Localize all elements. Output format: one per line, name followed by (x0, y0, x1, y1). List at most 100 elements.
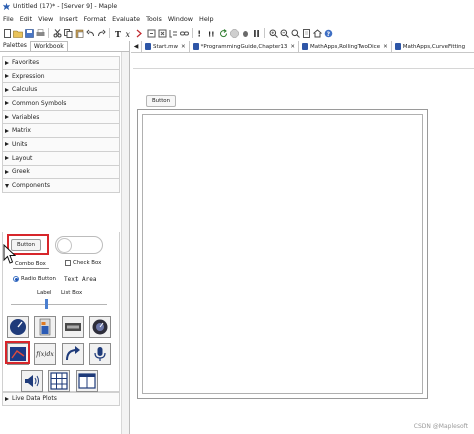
palette-section-units[interactable]: Units (2, 138, 120, 152)
video-frame-icon[interactable] (76, 370, 98, 392)
close-icon[interactable]: ✕ (290, 44, 295, 50)
menu-help[interactable]: Help (199, 15, 214, 23)
paste-icon[interactable] (74, 28, 84, 38)
dial-gauge-icon[interactable] (7, 316, 29, 338)
link-icon[interactable] (179, 28, 189, 38)
zoom-out-icon[interactable] (279, 28, 289, 38)
menu-view[interactable]: View (38, 15, 53, 23)
save-icon[interactable] (24, 28, 34, 38)
math-mode-icon[interactable]: x (124, 28, 134, 38)
execute-all-icon[interactable]: !! (207, 28, 217, 38)
menu-file[interactable]: File (3, 15, 14, 23)
open-folder-icon[interactable] (13, 28, 23, 38)
worksheet-button-component[interactable]: Button (146, 95, 176, 107)
component-radio-button[interactable]: Radio Button (13, 276, 56, 282)
menu-bar: File Edit View Insert Format Evaluate To… (0, 13, 474, 25)
toolbar-separator (48, 28, 49, 38)
data-table-icon[interactable] (48, 370, 70, 392)
stop-icon[interactable] (229, 28, 239, 38)
math-container-icon[interactable]: f(x)dx (34, 343, 56, 365)
plot-component-frame[interactable] (137, 109, 428, 399)
doc-tab-programming-guide[interactable]: *ProgrammingGuide,Chapter13 ✕ (188, 41, 298, 52)
palette-section-label: Units (12, 140, 28, 148)
toggle-knob (57, 238, 72, 253)
redo-icon[interactable] (96, 28, 106, 38)
rotate-arrow-icon[interactable] (62, 343, 84, 365)
plot-component-canvas[interactable] (142, 114, 423, 394)
palette-section-matrix[interactable]: Matrix (2, 124, 120, 139)
doc-tab-start[interactable]: Start.mw ✕ (141, 41, 189, 52)
menu-format[interactable]: Format (84, 15, 107, 23)
menu-tools[interactable]: Tools (146, 15, 162, 23)
toolbar-separator (264, 28, 265, 38)
text-mode-icon[interactable]: T (113, 28, 123, 38)
doc-tab-rolling-two-dice[interactable]: MathApps,RollingTwoDice ✕ (297, 41, 391, 52)
insert-prompt-icon[interactable] (135, 28, 145, 38)
speaker-icon[interactable] (21, 370, 43, 392)
component-toggle-button[interactable] (55, 236, 103, 254)
checkbox-square (65, 260, 71, 266)
palette-section-favorites[interactable]: Favorites (2, 56, 120, 70)
component-label[interactable]: Label (37, 290, 52, 296)
menu-window[interactable]: Window (168, 15, 193, 23)
component-text-area[interactable]: Text Area (64, 276, 97, 283)
delete-section-icon[interactable] (157, 28, 167, 38)
rotary-knob-icon[interactable] (89, 316, 111, 338)
menu-evaluate[interactable]: Evaluate (112, 15, 140, 23)
page-icon[interactable] (301, 28, 311, 38)
worksheet-area[interactable]: Button CSDN @Maplesoft (133, 70, 474, 434)
tab-palettes[interactable]: Palettes (0, 41, 30, 51)
component-combo-box[interactable]: Combo Box (15, 261, 46, 267)
menu-edit[interactable]: Edit (20, 15, 32, 23)
palette-tabs: Palettes Workbook (0, 41, 129, 52)
close-icon[interactable]: ✕ (383, 44, 388, 50)
palette-section-expression[interactable]: Expression (2, 69, 120, 84)
close-icon[interactable]: ✕ (181, 44, 186, 50)
tab-scroll-left-icon[interactable]: ◀ (131, 43, 141, 50)
help-icon[interactable]: ? (323, 28, 333, 38)
component-slider-thumb[interactable] (45, 299, 48, 309)
palette-section-label: Greek (12, 168, 30, 176)
cut-icon[interactable] (52, 28, 62, 38)
main-toolbar: T x ! !! ? (0, 25, 474, 41)
pause-icon[interactable] (251, 28, 261, 38)
palette-section-greek[interactable]: Greek (2, 165, 120, 180)
palette-section-common-symbols[interactable]: Common Symbols (2, 97, 120, 111)
palette-scrollbar[interactable] (121, 52, 129, 434)
new-document-icon[interactable] (2, 28, 12, 38)
document-tab-bar: ◀ Start.mw ✕ *ProgrammingGuide,Chapter13… (131, 41, 474, 53)
palette-section-layout[interactable]: Layout (2, 151, 120, 166)
zoom-icon[interactable] (290, 28, 300, 38)
palette-section-calculus[interactable]: Calculus (2, 83, 120, 98)
tab-workbook[interactable]: Workbook (29, 41, 68, 51)
doc-tab-curve-fitting[interactable]: MathApps,CurveFitting (390, 41, 468, 52)
undo-icon[interactable] (85, 28, 95, 38)
menu-insert[interactable]: Insert (59, 15, 77, 23)
execute-icon[interactable]: ! (196, 28, 206, 38)
home-icon[interactable] (312, 28, 322, 38)
window-title: Untitled (17)* - [Server 9] - Maple (13, 3, 118, 10)
zoom-in-icon[interactable] (268, 28, 278, 38)
palette-section-components[interactable]: Components (2, 179, 120, 193)
collapsed-arrow-icon (5, 60, 9, 65)
print-icon[interactable] (35, 28, 45, 38)
component-slider-track[interactable] (11, 304, 107, 305)
component-list-box[interactable]: List Box (61, 290, 82, 296)
insert-section-icon[interactable] (146, 28, 156, 38)
collapsed-arrow-icon (5, 115, 9, 120)
volume-slider-icon[interactable] (62, 316, 84, 338)
palette-section-variables[interactable]: Variables (2, 110, 120, 125)
meter-icon[interactable] (34, 316, 56, 338)
restart-icon[interactable] (218, 28, 228, 38)
copy-icon[interactable] (63, 28, 73, 38)
palette-section-label: Layout (12, 154, 33, 162)
palette-section-list: Favorites Expression Calculus Common Sym… (2, 56, 120, 193)
doc-tab-label: Start.mw (153, 43, 179, 50)
microphone-icon[interactable] (89, 343, 111, 365)
palette-section-live-data-plots[interactable]: Live Data Plots (2, 392, 120, 406)
execution-group-icon[interactable] (168, 28, 178, 38)
svg-text:!: ! (197, 29, 200, 38)
debug-icon[interactable] (240, 28, 250, 38)
component-check-box[interactable]: Check Box (65, 260, 101, 266)
components-palette-content: Button Combo Box Check Box Radio Button … (2, 232, 120, 392)
